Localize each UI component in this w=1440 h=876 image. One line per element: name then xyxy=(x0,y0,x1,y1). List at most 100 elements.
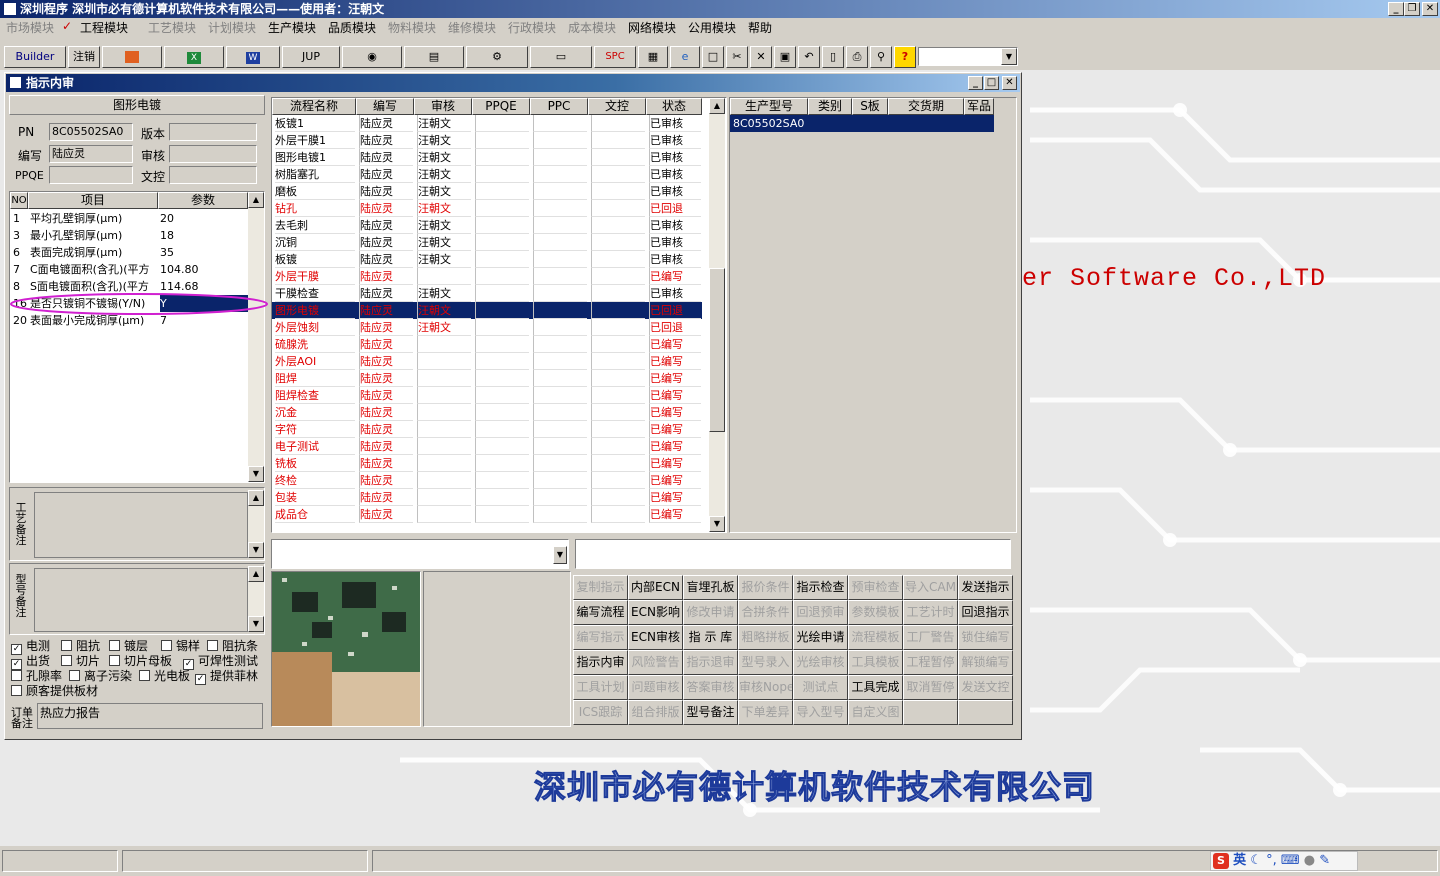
flow-row[interactable]: 钻孔 陆应灵 汪朝文 已回退 xyxy=(272,200,702,217)
toolbar-combo[interactable]: ▼ xyxy=(918,47,1018,66)
action-button[interactable]: 锁住编写 xyxy=(958,625,1013,650)
unchecked-icon[interactable] xyxy=(69,670,80,681)
close-button[interactable]: ✕ xyxy=(1422,2,1438,16)
flow-row[interactable]: 图形电镀 陆应灵 汪朝文 已回退 xyxy=(272,302,702,319)
action-button[interactable]: 解锁编写 xyxy=(958,650,1013,675)
model-note-scrollbar[interactable]: ▲ ▼ xyxy=(248,566,264,632)
option-checkbox[interactable]: 离子污染 xyxy=(69,669,132,683)
action-button[interactable]: 答案审核 xyxy=(683,675,738,700)
model-row[interactable]: 8C05502SA0 xyxy=(730,115,994,132)
process-note-scrollbar[interactable]: ▲ ▼ xyxy=(248,490,264,558)
version-field[interactable] xyxy=(169,123,257,141)
action-button[interactable]: 问题审核 xyxy=(628,675,683,700)
restore-button[interactable]: ❐ xyxy=(1404,2,1420,16)
doc-control-field[interactable] xyxy=(169,166,257,184)
option-checkbox[interactable]: 顾客提供板材 xyxy=(11,684,98,698)
help-icon[interactable]: ? xyxy=(894,46,916,68)
logout-button[interactable]: 注销 xyxy=(68,46,100,68)
action-button[interactable]: 修改申请 xyxy=(683,600,738,625)
flow-header[interactable]: PPC xyxy=(530,98,588,115)
spc-button[interactable]: SPC xyxy=(594,46,636,68)
excel-icon[interactable]: X xyxy=(164,46,224,68)
action-button[interactable]: 光绘审核 xyxy=(793,650,848,675)
unchecked-icon[interactable] xyxy=(11,670,22,681)
action-button[interactable]: 下单差异 xyxy=(738,700,793,725)
menu-item[interactable]: 计划模块 xyxy=(208,19,256,36)
menu-item[interactable]: 网络模块 xyxy=(628,19,676,36)
action-button[interactable]: 合拼条件 xyxy=(738,600,793,625)
undo-icon[interactable]: ↶ xyxy=(798,46,820,68)
flow-header[interactable]: 流程名称 xyxy=(272,98,356,115)
action-button[interactable]: 内部ECN xyxy=(628,575,683,600)
database-icon[interactable]: ▤ xyxy=(404,46,464,68)
unchecked-icon[interactable] xyxy=(61,655,72,666)
ie-icon[interactable]: e xyxy=(670,46,700,68)
flow-row[interactable]: 外层AOI 陆应灵 已编写 xyxy=(272,353,702,370)
order-note-field[interactable]: 热应力报告 xyxy=(37,703,263,729)
flow-header[interactable]: 审核 xyxy=(414,98,472,115)
jup-button[interactable]: JUP xyxy=(282,46,340,68)
action-button[interactable]: 报价条件 xyxy=(738,575,793,600)
unchecked-icon[interactable] xyxy=(109,655,120,666)
flow-header[interactable]: PPQE xyxy=(472,98,530,115)
unchecked-icon[interactable] xyxy=(161,640,172,651)
action-button[interactable]: 回退指示 xyxy=(958,600,1013,625)
action-button[interactable]: ECN影响 xyxy=(628,600,683,625)
action-button[interactable]: 复制指示 xyxy=(573,575,628,600)
menu-item[interactable]: 市场模块 xyxy=(6,19,54,36)
model-header[interactable]: S板 xyxy=(852,98,888,115)
scroll-up-icon[interactable]: ▲ xyxy=(248,566,264,582)
flow-row[interactable]: 干膜检查 陆应灵 汪朝文 已审核 xyxy=(272,285,702,302)
option-checkbox[interactable]: 切片母板 xyxy=(109,654,172,668)
action-button[interactable]: 指 示 库 xyxy=(683,625,738,650)
menu-item[interactable]: 工艺模块 xyxy=(148,19,196,36)
menu-item[interactable]: 品质模块 xyxy=(328,19,376,36)
action-button[interactable] xyxy=(903,700,958,725)
menu-item[interactable]: 帮助 xyxy=(748,19,772,36)
scroll-down-icon[interactable]: ▼ xyxy=(248,542,264,558)
window-minimize-button[interactable]: _ xyxy=(968,76,983,90)
unchecked-icon[interactable] xyxy=(207,640,218,651)
action-button[interactable]: 发送文控 xyxy=(958,675,1013,700)
flow-row[interactable]: 图形电镀1 陆应灵 汪朝文 已审核 xyxy=(272,149,702,166)
params-row[interactable]: 3 最小孔壁铜厚(μm) 18 xyxy=(10,227,248,244)
window-maximize-button[interactable]: □ xyxy=(984,76,999,90)
flow-row[interactable]: 外层干膜 陆应灵 已编写 xyxy=(272,268,702,285)
flow-row[interactable]: 外层干膜1 陆应灵 汪朝文 已审核 xyxy=(272,132,702,149)
params-row[interactable]: 6 表面完成铜厚(μm) 35 xyxy=(10,244,248,261)
action-button[interactable]: 组合排版 xyxy=(628,700,683,725)
option-checkbox[interactable]: ✓ 可焊性测试 xyxy=(183,654,258,670)
flow-row[interactable]: 板镀1 陆应灵 汪朝文 已审核 xyxy=(272,115,702,132)
calendar-icon[interactable]: ▦ xyxy=(638,46,668,68)
preview-icon[interactable]: ▯ xyxy=(822,46,844,68)
scroll-up-icon[interactable]: ▲ xyxy=(248,192,264,208)
menu-item[interactable]: 公用模块 xyxy=(688,19,736,36)
flow-row[interactable]: 沉金 陆应灵 已编写 xyxy=(272,404,702,421)
option-checkbox[interactable]: 阻抗 xyxy=(61,639,100,653)
flow-row[interactable]: 终检 陆应灵 已编写 xyxy=(272,472,702,489)
save-icon[interactable]: ▣ xyxy=(774,46,796,68)
action-button[interactable]: 指示内审 xyxy=(573,650,628,675)
action-button[interactable]: 工具完成 xyxy=(848,675,903,700)
params-value[interactable]: 18 xyxy=(160,227,248,244)
flow-header[interactable]: 编写 xyxy=(356,98,414,115)
action-button[interactable]: 审核Nope xyxy=(738,675,793,700)
action-button[interactable]: 指示检查 xyxy=(793,575,848,600)
action-button[interactable]: 导入型号 xyxy=(793,700,848,725)
flow-row[interactable]: 硫腺洗 陆应灵 已编写 xyxy=(272,336,702,353)
comment-input[interactable] xyxy=(575,539,1011,569)
ppqe-field[interactable] xyxy=(49,166,133,184)
action-button[interactable]: 工厂警告 xyxy=(903,625,958,650)
author-field[interactable]: 陆应灵 xyxy=(49,145,133,163)
option-checkbox[interactable]: 锡样 xyxy=(161,639,200,653)
flow-row[interactable]: 磨板 陆应灵 汪朝文 已审核 xyxy=(272,183,702,200)
ime-toolbar[interactable]: S 英 ☾ °, ⌨ ● ✎ xyxy=(1210,851,1358,871)
action-button[interactable]: 工具计划 xyxy=(573,675,628,700)
flow-row[interactable]: 阻焊 陆应灵 已编写 xyxy=(272,370,702,387)
action-button[interactable]: 指示退审 xyxy=(683,650,738,675)
flow-row[interactable]: 铣板 陆应灵 已编写 xyxy=(272,455,702,472)
computer-icon[interactable]: ▭ xyxy=(530,46,592,68)
model-header[interactable]: 军品 xyxy=(964,98,994,115)
delete-icon[interactable]: ✕ xyxy=(750,46,772,68)
action-button[interactable]: 光绘申请 xyxy=(793,625,848,650)
